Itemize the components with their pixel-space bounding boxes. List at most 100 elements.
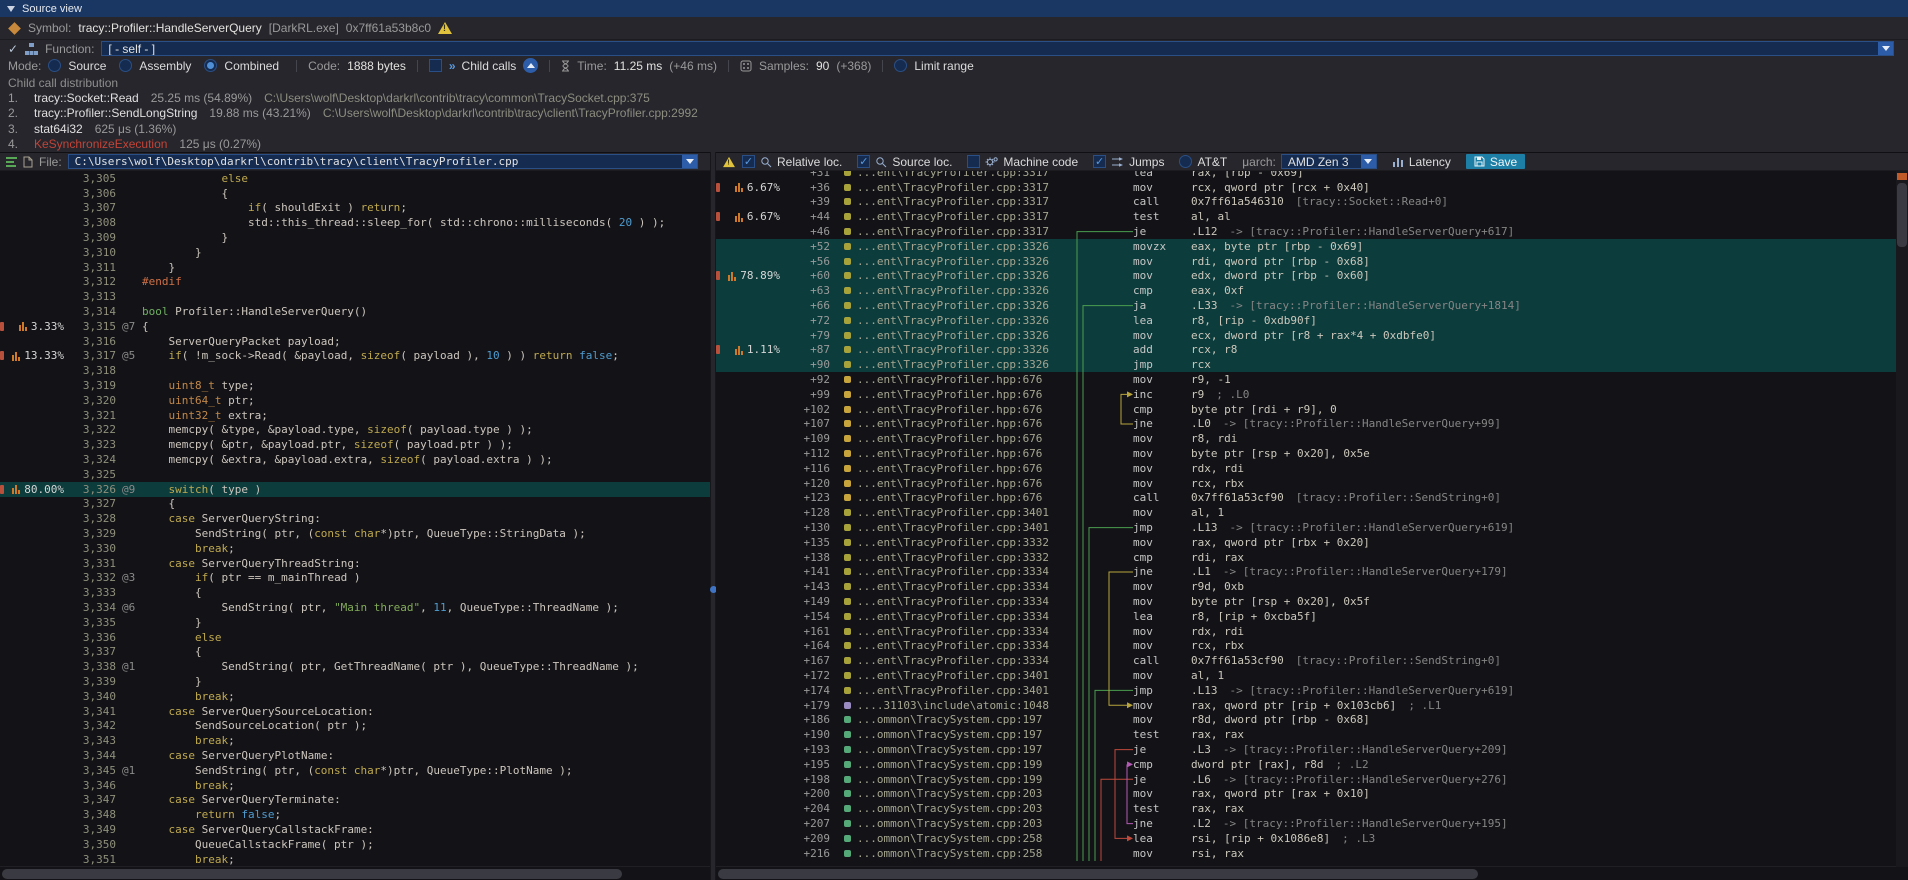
source-line[interactable]: 3,308 std::this_thread::sleep_for( std::… — [0, 215, 710, 230]
child-call-item[interactable]: 4.KeSynchronizeExecution125 μs (0.27%) — [0, 137, 1908, 153]
source-line[interactable]: 3,348 return false; — [0, 807, 710, 822]
assembly-line[interactable]: +109...ent\TracyProfiler.hpp:676movr8, r… — [716, 431, 1908, 446]
scrollbar-thumb[interactable] — [1897, 183, 1907, 247]
assembly-vertical-scrollbar[interactable] — [1896, 171, 1908, 867]
assembly-line[interactable]: +90...ent\TracyProfiler.cpp:3326jmprcx — [716, 357, 1908, 372]
assembly-line[interactable]: +72...ent\TracyProfiler.cpp:3326lear8, [… — [716, 313, 1908, 328]
assembly-line[interactable]: +209...ommon\TracySystem.cpp:258learsi, … — [716, 831, 1908, 846]
source-line[interactable]: 3,347 case ServerQueryTerminate: — [0, 792, 710, 807]
child-call-item[interactable]: 3.stat64i32625 μs (1.36%) — [0, 121, 1908, 137]
assembly-line[interactable]: +107...ent\TracyProfiler.hpp:676jne.L0->… — [716, 417, 1908, 432]
assembly-line[interactable]: +193...ommon\TracySystem.cpp:197je.L3-> … — [716, 742, 1908, 757]
source-line[interactable]: 3,332@3 if( ptr == m_mainThread ) — [0, 571, 710, 586]
machine-code-checkbox[interactable] — [967, 155, 980, 168]
assembly-line[interactable]: +179....31103\include\atomic:1048movrax,… — [716, 698, 1908, 713]
source-line[interactable]: 3,341 case ServerQuerySourceLocation: — [0, 704, 710, 719]
assembly-line[interactable]: 78.89%+60...ent\TracyProfiler.cpp:3326mo… — [716, 269, 1908, 284]
source-line[interactable]: 3,316 ServerQueryPacket payload; — [0, 334, 710, 349]
source-line[interactable]: 3,328 case ServerQueryString: — [0, 511, 710, 526]
source-line[interactable]: 3,329 SendString( ptr, (const char*)ptr,… — [0, 526, 710, 541]
assembly-line[interactable]: +39...ent\TracyProfiler.cpp:3317call0x7f… — [716, 195, 1908, 210]
assembly-line[interactable]: 6.67%+36...ent\TracyProfiler.cpp:3317mov… — [716, 180, 1908, 195]
assembly-line[interactable]: +130...ent\TracyProfiler.cpp:3401jmp.L13… — [716, 520, 1908, 535]
source-line[interactable]: 3,331 case ServerQueryThreadString: — [0, 556, 710, 571]
source-line[interactable]: 3,351 break; — [0, 852, 710, 867]
assembly-horizontal-scrollbar[interactable] — [716, 866, 1908, 880]
assembly-line[interactable]: +112...ent\TracyProfiler.hpp:676movbyte … — [716, 446, 1908, 461]
assembly-line[interactable]: +79...ent\TracyProfiler.cpp:3326movecx, … — [716, 328, 1908, 343]
source-line[interactable]: 3,311 } — [0, 260, 710, 275]
assembly-line[interactable]: +164...ent\TracyProfiler.cpp:3334movrcx,… — [716, 639, 1908, 654]
assembly-line[interactable]: +172...ent\TracyProfiler.cpp:3401moval, … — [716, 668, 1908, 683]
source-line[interactable]: 3,342 SendSourceLocation( ptr ); — [0, 718, 710, 733]
source-line[interactable]: 3,327 { — [0, 497, 710, 512]
source-line[interactable]: 3,306 { — [0, 186, 710, 201]
att-syntax-label[interactable]: AT&T — [1197, 155, 1227, 169]
source-line[interactable]: 3,333 { — [0, 585, 710, 600]
mode-radio-source[interactable] — [48, 59, 61, 72]
assembly-line[interactable]: +186...ommon\TracySystem.cpp:197movr8d, … — [716, 712, 1908, 727]
assembly-line[interactable]: +154...ent\TracyProfiler.cpp:3334lear8, … — [716, 609, 1908, 624]
assembly-line[interactable]: +198...ommon\TracySystem.cpp:199je.L6-> … — [716, 772, 1908, 787]
child-calls-label[interactable]: Child calls — [462, 59, 517, 73]
scrollbar-thumb[interactable] — [2, 869, 622, 879]
source-line[interactable]: 3,314bool Profiler::HandleServerQuery() — [0, 304, 710, 319]
source-line[interactable]: 3,322 memcpy( &type, &payload.type, size… — [0, 423, 710, 438]
relative-loc-checkbox[interactable] — [742, 155, 755, 168]
source-line[interactable]: 3,318 — [0, 363, 710, 378]
source-line[interactable]: 3,336 else — [0, 630, 710, 645]
source-line[interactable]: 80.00%3,326@9 switch( type ) — [0, 482, 710, 497]
assembly-line[interactable]: +135...ent\TracyProfiler.cpp:3332movrax,… — [716, 535, 1908, 550]
att-syntax-checkbox[interactable] — [1179, 155, 1192, 168]
assembly-line[interactable]: +207...ommon\TracySystem.cpp:203jne.L2->… — [716, 816, 1908, 831]
assembly-line[interactable]: +99...ent\TracyProfiler.hpp:676incr9; .L… — [716, 387, 1908, 402]
source-line[interactable]: 3,344 case ServerQueryPlotName: — [0, 748, 710, 763]
source-line[interactable]: 3,324 memcpy( &extra, &payload.extra, si… — [0, 452, 710, 467]
relative-loc-label[interactable]: Relative loc. — [777, 155, 842, 169]
save-button[interactable]: Save — [1466, 154, 1525, 169]
source-line[interactable]: 3,325 — [0, 467, 710, 482]
assembly-line[interactable]: 1.11%+87...ent\TracyProfiler.cpp:3326add… — [716, 343, 1908, 358]
mode-option-combined[interactable]: Combined — [224, 59, 279, 73]
collapse-arrow-icon[interactable] — [7, 6, 15, 12]
source-line[interactable]: 3,313 — [0, 289, 710, 304]
source-line[interactable]: 3,335 } — [0, 615, 710, 630]
source-line[interactable]: 3,330 break; — [0, 541, 710, 556]
source-line[interactable]: 3,321 uint32_t extra; — [0, 408, 710, 423]
source-line[interactable]: 3,323 memcpy( &ptr, &payload.ptr, sizeof… — [0, 437, 710, 452]
assembly-line[interactable]: +149...ent\TracyProfiler.cpp:3334movbyte… — [716, 594, 1908, 609]
source-line[interactable]: 3.33%3,315@7{ — [0, 319, 710, 334]
uarch-select[interactable]: AMD Zen 3 — [1281, 154, 1377, 169]
assembly-line[interactable]: +46...ent\TracyProfiler.cpp:3317je.L12->… — [716, 224, 1908, 239]
assembly-line[interactable]: +123...ent\TracyProfiler.hpp:676call0x7f… — [716, 491, 1908, 506]
jumps-checkbox[interactable] — [1093, 155, 1106, 168]
source-line[interactable]: 3,337 { — [0, 645, 710, 660]
source-line[interactable]: 3,340 break; — [0, 689, 710, 704]
uarch-select-arrow[interactable] — [1361, 155, 1376, 168]
assembly-line[interactable]: +66...ent\TracyProfiler.cpp:3326ja.L33->… — [716, 298, 1908, 313]
jump-to-entry-button[interactable] — [523, 58, 538, 73]
source-line[interactable]: 3,349 case ServerQueryCallstackFrame: — [0, 822, 710, 837]
mode-option-assembly[interactable]: Assembly — [139, 59, 191, 73]
titlebar[interactable]: Source view — [0, 0, 1908, 17]
file-select-arrow[interactable] — [682, 155, 697, 168]
source-code-area[interactable]: 3,305 else3,306 {3,307 if( shouldExit ) … — [0, 171, 710, 867]
source-horizontal-scrollbar[interactable] — [0, 866, 710, 880]
function-select[interactable]: [ - self - ] — [101, 41, 1894, 56]
limit-range-checkbox[interactable] — [894, 59, 907, 72]
mode-radio-assembly[interactable] — [119, 59, 132, 72]
source-loc-label[interactable]: Source loc. — [892, 155, 952, 169]
source-line[interactable]: 13.33%3,317@5 if( !m_sock->Read( &payloa… — [0, 349, 710, 364]
assembly-line[interactable]: +116...ent\TracyProfiler.hpp:676movrdx, … — [716, 461, 1908, 476]
jumps-label[interactable]: Jumps — [1129, 155, 1164, 169]
mode-option-source[interactable]: Source — [68, 59, 106, 73]
assembly-line[interactable]: +102...ent\TracyProfiler.hpp:676cmpbyte … — [716, 402, 1908, 417]
assembly-line[interactable]: +31...ent\TracyProfiler.cpp:3317learax, … — [716, 171, 1908, 180]
source-line[interactable]: 3,345@1 SendString( ptr, (const char*)pt… — [0, 763, 710, 778]
source-line[interactable]: 3,338@1 SendString( ptr, GetThreadName( … — [0, 659, 710, 674]
assembly-line[interactable]: +128...ent\TracyProfiler.cpp:3401moval, … — [716, 505, 1908, 520]
assembly-line[interactable]: +56...ent\TracyProfiler.cpp:3326movrdi, … — [716, 254, 1908, 269]
source-line[interactable]: 3,350 QueueCallstackFrame( ptr ); — [0, 837, 710, 852]
assembly-line[interactable]: +204...ommon\TracySystem.cpp:203testrax,… — [716, 801, 1908, 816]
warning-icon[interactable] — [723, 156, 735, 166]
